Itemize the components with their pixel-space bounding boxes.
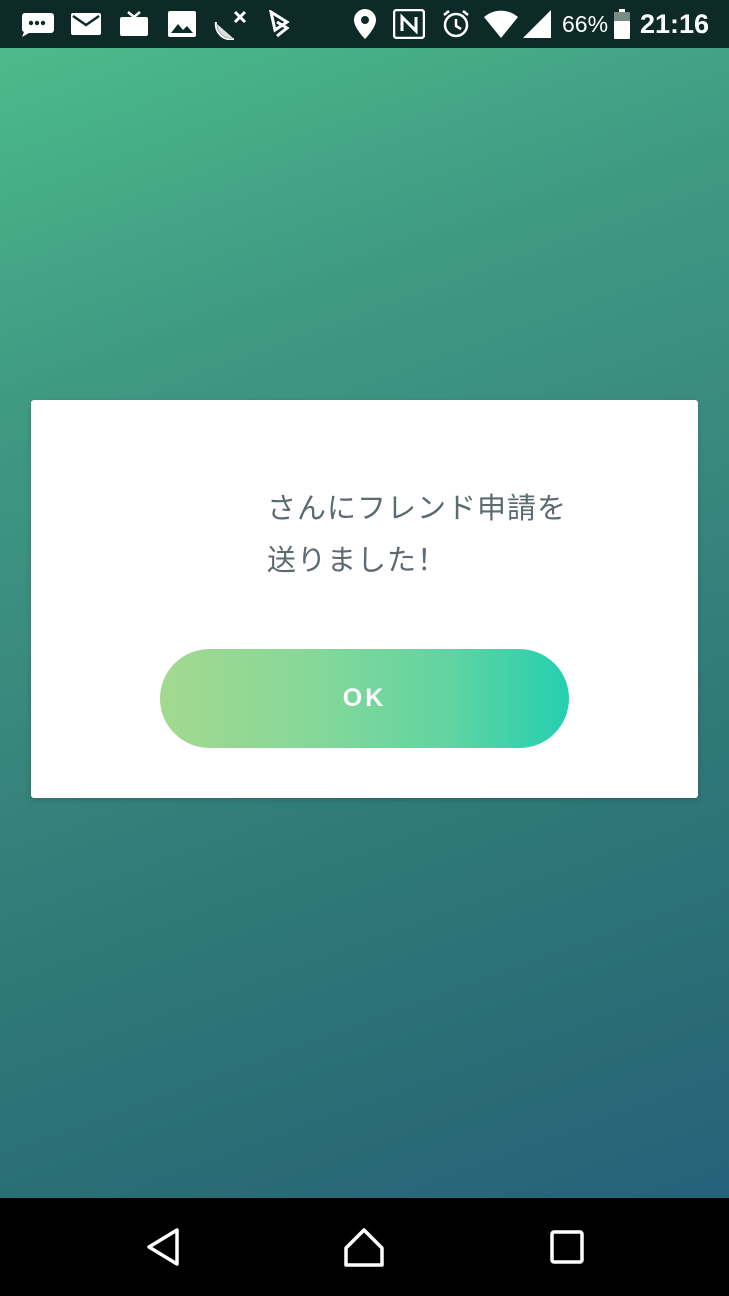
nfc-icon [392, 8, 426, 40]
friend-request-dialog: さんにフレンド申請を 送りました！ OK [31, 400, 698, 798]
recents-icon[interactable] [542, 1222, 592, 1272]
satellite-off-icon [212, 8, 250, 40]
dialog-message-line-2: 送りました！ [267, 543, 448, 577]
status-time: 21:16 [640, 9, 710, 39]
wifi-icon [483, 8, 519, 40]
alarm-icon [440, 8, 472, 40]
dialog-message: さんにフレンド申請を 送りました！ [267, 482, 647, 586]
screen: 66% 21:16 さんにフレンド申請を 送りました！ OK [0, 0, 729, 1296]
mail-icon [69, 8, 103, 40]
back-icon[interactable] [138, 1222, 188, 1272]
ok-button[interactable]: OK [160, 649, 569, 748]
location-icon [352, 8, 378, 40]
status-bar: 66% 21:16 [0, 0, 729, 48]
tv-icon [118, 8, 150, 40]
signal-icon [522, 8, 552, 40]
ok-button-label: OK [342, 684, 387, 712]
play-games-icon [265, 8, 295, 40]
battery-percent: 66% [562, 11, 609, 37]
home-icon[interactable] [339, 1222, 389, 1272]
dialog-message-line-1: さんにフレンド申請を [267, 491, 568, 525]
battery-icon [612, 8, 632, 40]
message-icon [18, 8, 56, 40]
image-icon [166, 8, 198, 40]
navigation-bar [0, 1198, 729, 1296]
